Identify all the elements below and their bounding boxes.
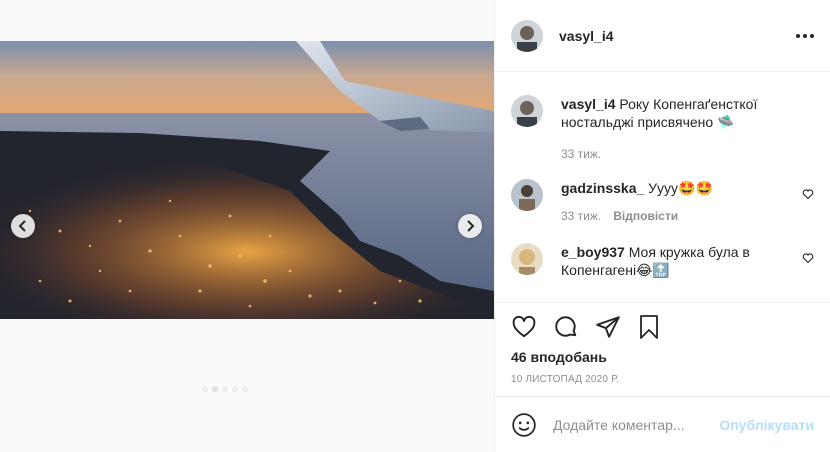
caption-avatar[interactable] [511, 95, 543, 127]
share-button[interactable] [595, 314, 621, 340]
author-username[interactable]: vasyl_i4 [559, 28, 614, 44]
like-button[interactable] [511, 314, 537, 340]
comment-text-block: e_boy937 Моя кружка була в Копенгагені😂🔝 [561, 243, 781, 279]
comment-like-button[interactable] [802, 187, 814, 205]
caption-time[interactable]: 33 тиж. [561, 147, 601, 161]
post-header: vasyl_i4 [495, 0, 830, 72]
more-options-button[interactable] [796, 28, 814, 44]
emoji-icon [512, 412, 536, 437]
comment-username[interactable]: e_boy937 [561, 244, 625, 260]
emoji-button[interactable] [511, 412, 537, 438]
heart-icon [512, 315, 536, 338]
comment-avatar[interactable] [511, 179, 543, 211]
carousel-dot [232, 386, 238, 392]
more-icon [796, 33, 800, 38]
caption-username[interactable]: vasyl_i4 [561, 96, 616, 112]
carousel-dot-active [212, 386, 218, 392]
comment-icon [555, 316, 577, 337]
carousel-dot [222, 386, 228, 392]
reply-button[interactable]: Відповісти [613, 209, 678, 223]
next-photo-button[interactable] [458, 214, 482, 238]
comment-item: e_boy937 Моя кружка була в Копенгагені😂🔝 [511, 243, 814, 279]
carousel-dot [202, 386, 208, 392]
add-comment-bar: Опублікувати [495, 396, 830, 452]
action-icons [511, 303, 814, 351]
media-pane [0, 0, 494, 452]
share-icon [596, 316, 620, 338]
comments-list[interactable]: vasyl_i4 Року Копенгаґенсткої ностальджі… [495, 73, 830, 302]
caption-emoji: 🛸 [717, 114, 735, 130]
carousel-dot [242, 386, 248, 392]
bookmark-icon [640, 315, 658, 339]
comment-time[interactable]: 33 тиж. [561, 209, 601, 223]
likes-count[interactable]: 46 вподобань [511, 349, 814, 365]
comment-meta: 33 тиж. Відповісти [561, 209, 781, 223]
comment-item: gadzinsska_ Уууу🤩🤩 33 тиж. Відповісти [511, 179, 814, 223]
comment-input[interactable] [553, 416, 713, 433]
post-photo[interactable] [0, 41, 494, 319]
caption: vasyl_i4 Року Копенгаґенсткої ностальджі… [511, 95, 814, 161]
post-date[interactable]: 10 листопад 2020 р. [511, 374, 814, 385]
comment-avatar[interactable] [511, 243, 543, 275]
post-sidebar: vasyl_i4 vasyl_i4 Року Копенгаґенсткої н… [494, 0, 830, 452]
aerial-city-photo [0, 41, 494, 319]
comment-username[interactable]: gadzinsska_ [561, 180, 644, 196]
comment-text: Уууу🤩🤩 [648, 180, 713, 196]
heart-icon [802, 189, 814, 200]
comment-button[interactable] [553, 314, 579, 340]
post-actions: 46 вподобань 10 листопад 2020 р. [495, 302, 830, 385]
author-avatar[interactable] [511, 19, 543, 52]
heart-icon [802, 253, 814, 264]
previous-photo-button[interactable] [11, 214, 35, 238]
caption-meta: 33 тиж. [561, 147, 781, 161]
publish-button[interactable]: Опублікувати [719, 417, 814, 433]
save-button[interactable] [637, 314, 661, 340]
comment-like-button[interactable] [802, 251, 814, 269]
chevron-right-icon [467, 220, 475, 232]
comment-text-block: gadzinsska_ Уууу🤩🤩 [561, 179, 781, 197]
carousel-dots [202, 386, 248, 392]
caption-text-block: vasyl_i4 Року Копенгаґенсткої ностальджі… [561, 95, 781, 131]
chevron-left-icon [18, 220, 26, 232]
